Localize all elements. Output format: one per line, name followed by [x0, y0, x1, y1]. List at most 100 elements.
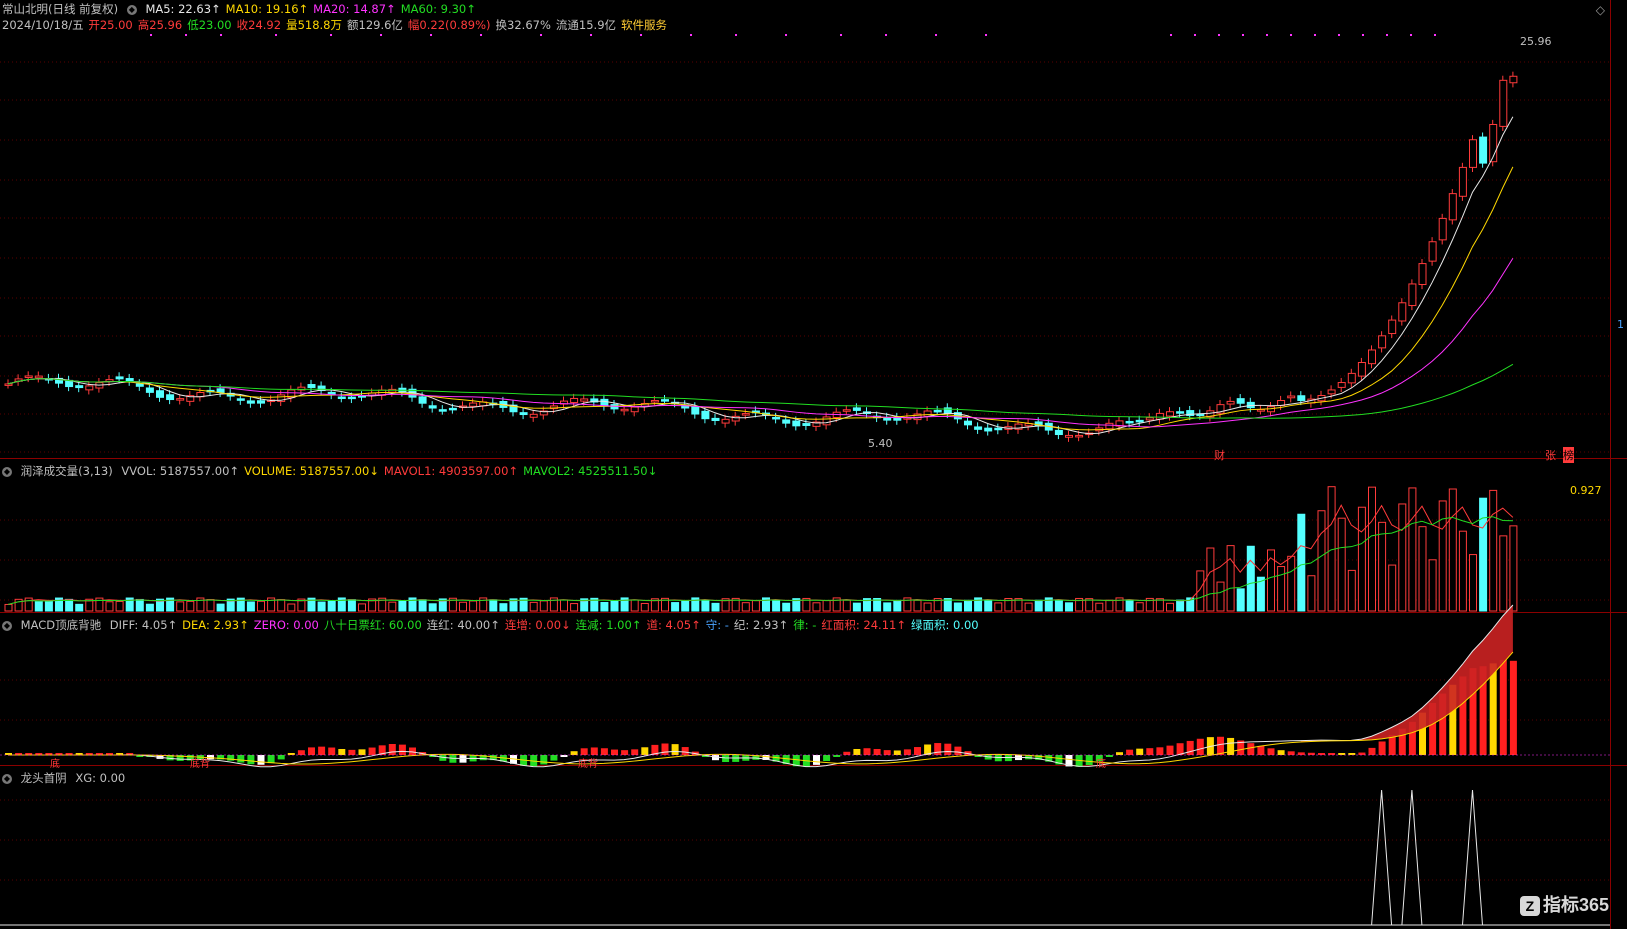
candle-body-16 [166, 394, 175, 401]
candle-body-104 [1054, 429, 1063, 436]
macd-menu-icon[interactable]: ◆ [2, 620, 12, 631]
leader-value: XG: 0.00 [75, 771, 126, 785]
macd-bar-26 [267, 755, 275, 764]
macd-bar-113 [1146, 748, 1154, 755]
xg-spike-2 [1462, 789, 1483, 926]
volume-bar-112 [1135, 602, 1144, 612]
macd-item-3: 八十日票红: 60.00 [323, 618, 422, 632]
candle-body-109 [1105, 422, 1114, 430]
volume-bar-149 [1509, 525, 1518, 612]
volume-bar-4 [44, 601, 53, 612]
quote-item-1: 高25.96 [137, 18, 183, 32]
volume-bar-14 [145, 603, 154, 612]
macd-bar-89 [903, 749, 911, 755]
volume-bar-142 [1438, 500, 1447, 612]
indicator-menu-icon[interactable]: ◆ [126, 4, 137, 15]
signal-dot-23 [1290, 34, 1292, 36]
volume-bar-60 [610, 600, 619, 612]
volume-bar-132 [1337, 517, 1346, 612]
macd-bar-94 [954, 746, 962, 755]
macd-item-7: 道: 4.05↑ [646, 618, 701, 632]
volume-bar-125 [1267, 549, 1275, 612]
signal-dot-5 [380, 34, 382, 36]
candle-body-78 [792, 420, 801, 427]
candle-body-46 [469, 402, 478, 407]
volume-bar-13 [135, 598, 144, 612]
candle-body-12 [125, 378, 134, 382]
macd-bar-120 [1217, 736, 1224, 755]
candle-body-135 [1368, 349, 1376, 365]
event-cai-tag[interactable]: 财 [1214, 447, 1225, 463]
ma-label-1: MA10: 19.16↑ [225, 2, 309, 16]
macd-bar-40 [409, 747, 416, 755]
candle-body-3 [34, 375, 43, 379]
leader-menu-icon[interactable]: ◆ [2, 773, 12, 784]
stock-name: 常山北明(日线 前复权) [2, 2, 119, 16]
macd-bar-118 [1196, 738, 1204, 755]
signal-dot-20 [1218, 34, 1220, 36]
candle-body-98 [994, 427, 1003, 431]
candle-body-81 [822, 416, 831, 426]
right-edge-marker: 1 [1617, 318, 1624, 331]
macd-bar-34 [348, 749, 356, 755]
candle-body-146 [1479, 136, 1488, 164]
macd-bar-62 [631, 749, 639, 755]
candle-body-143 [1448, 193, 1457, 221]
macd-bar-32 [328, 747, 336, 755]
candle-body-8 [85, 385, 94, 391]
quote-item-7: 换32.67% [495, 18, 551, 32]
volume-bar-73 [741, 602, 750, 612]
macd-bar-60 [611, 749, 618, 755]
xg-spike-1 [1401, 789, 1423, 926]
macd-bar-129 [1307, 752, 1315, 755]
volume-bar-104 [1054, 599, 1063, 612]
candle-body-97 [984, 427, 993, 432]
candle-body-140 [1418, 263, 1427, 286]
macd-bar-88 [893, 750, 901, 755]
macd-divergence-label-3: 底背 [578, 759, 598, 770]
candle-body-15 [156, 390, 164, 398]
volume-header: ◆ 润泽成交量(3,13) VVOL: 5187557.00↑ VOLUME: 5… [2, 463, 667, 479]
macd-bar-86 [873, 748, 881, 755]
volume-bar-147 [1489, 489, 1498, 612]
dea-line [8, 651, 1514, 765]
volume-bar-35 [358, 603, 366, 612]
macd-bar-126 [1277, 750, 1285, 755]
signal-dot-24 [1314, 34, 1316, 36]
volume-item-0: VVOL: 5187557.00↑ [121, 464, 240, 478]
macd-bar-54 [550, 755, 558, 761]
macd-header: ◆ MACD顶底背驰 DIFF: 4.05↑ DEA: 2.93↑ ZERO: 0.… [2, 617, 989, 633]
macd-item-4: 连红: 40.00↑ [426, 618, 500, 632]
macd-bar-27 [277, 755, 285, 760]
event-bang-tag[interactable]: 榜 [1563, 447, 1574, 463]
volume-bar-129 [1307, 575, 1316, 612]
macd-bar-44 [449, 755, 457, 763]
volume-bar-88 [893, 599, 902, 612]
volume-bar-18 [186, 600, 195, 612]
candle-body-105 [1065, 434, 1073, 438]
candle-body-116 [1176, 411, 1185, 414]
diamond-toggle-icon[interactable]: ◇ [1596, 3, 1605, 17]
quote-item-3: 收24.92 [236, 18, 282, 32]
signal-dot-16 [935, 34, 937, 36]
volume-bar-24 [246, 601, 255, 612]
volume-menu-icon[interactable]: ◆ [2, 466, 12, 477]
macd-bar-117 [1186, 740, 1194, 755]
macd-bar-148 [1499, 659, 1507, 755]
macd-bar-135 [1368, 747, 1376, 755]
event-zhang-tag[interactable]: 张 [1545, 447, 1556, 463]
candle-body-21 [216, 388, 225, 393]
macd-bar-114 [1156, 747, 1164, 755]
signal-dot-15 [885, 34, 887, 36]
volume-bar-135 [1368, 486, 1376, 612]
high-price-label: 25.96 [1520, 35, 1552, 48]
volume-bar-91 [923, 602, 932, 612]
macd-title: MACD顶底背驰 [20, 618, 102, 632]
macd-item-9: 纪: 2.93↑ [733, 618, 789, 632]
volume-bar-140 [1418, 526, 1427, 612]
candle-body-42 [428, 405, 437, 409]
volume-bar-141 [1428, 559, 1437, 612]
signal-dot-14 [840, 34, 842, 36]
volume-bar-69 [701, 599, 710, 612]
macd-bar-80 [813, 755, 820, 765]
